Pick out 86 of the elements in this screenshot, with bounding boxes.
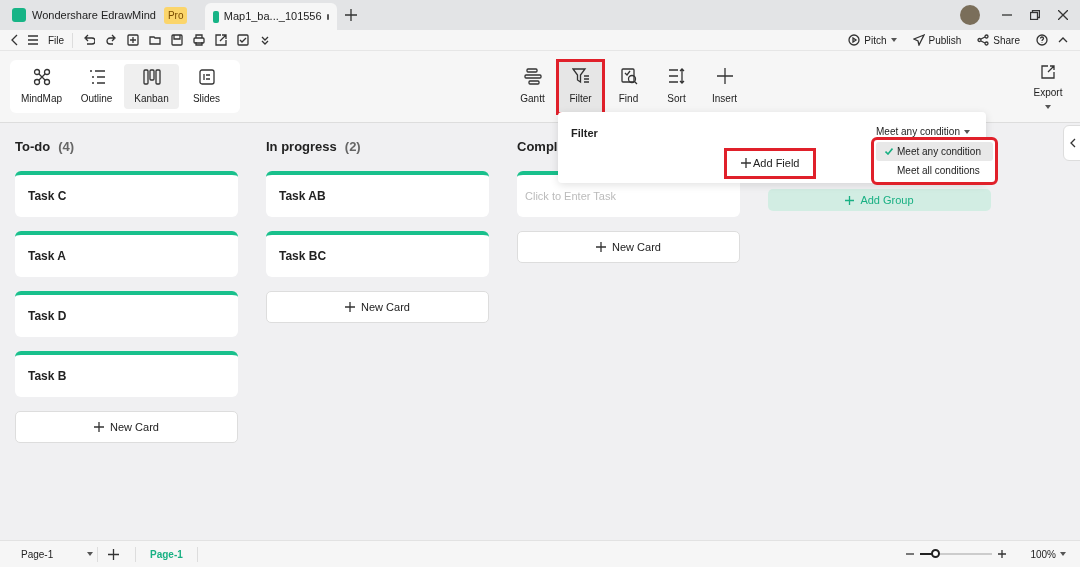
pitch-button[interactable]: Pitch	[848, 32, 897, 48]
task-input-field[interactable]: Click to Enter Task	[525, 187, 732, 205]
back-icon[interactable]	[10, 34, 18, 46]
share-icon	[977, 34, 990, 46]
task-card[interactable]: Task AB	[266, 171, 489, 217]
card-count: (2)	[344, 138, 361, 157]
filter-icon	[571, 67, 590, 85]
gantt-tool-button[interactable]: Gantt	[511, 61, 554, 112]
sort-tool-button[interactable]: Sort	[655, 61, 698, 112]
find-icon	[619, 67, 638, 85]
plus-icon	[94, 422, 105, 432]
zoom-in-icon[interactable]	[998, 550, 1007, 558]
help-icon[interactable]	[1036, 34, 1048, 46]
view-tab[interactable]: Outline	[69, 64, 124, 109]
save-icon[interactable]	[171, 34, 184, 46]
chevron-left-icon	[1070, 138, 1076, 148]
plus-icon	[345, 302, 356, 312]
new-tab-icon[interactable]	[345, 9, 358, 21]
share-button[interactable]: Share	[977, 32, 1020, 48]
caret-icon	[1045, 105, 1051, 109]
caret-icon	[1060, 552, 1066, 556]
columns-icon	[142, 67, 161, 86]
card-count: (4)	[58, 138, 75, 157]
new-card-button[interactable]: New Card	[517, 231, 740, 263]
sort-icon	[667, 67, 686, 85]
task-card[interactable]: Task A	[15, 231, 238, 277]
plus-icon	[715, 67, 734, 85]
export-icon	[1040, 64, 1056, 80]
avatar[interactable]	[960, 5, 980, 25]
publish-button[interactable]: Publish	[912, 32, 962, 48]
plus-icon	[741, 158, 751, 169]
zoom-dropdown[interactable]: 100%	[1030, 546, 1066, 562]
app-logo-icon	[12, 8, 26, 22]
export-button[interactable]: Export	[1028, 59, 1068, 114]
gantt-icon	[523, 67, 542, 85]
checklist-icon[interactable]	[237, 34, 250, 46]
condition-dropdown[interactable]: Meet any condition	[876, 124, 970, 139]
page-select[interactable]: Page-1	[13, 546, 98, 562]
column-title: In progress	[266, 138, 337, 157]
close-icon[interactable]	[1058, 10, 1068, 20]
pro-badge: Pro	[163, 6, 188, 24]
menu-icon[interactable]	[28, 35, 38, 45]
document-icon	[213, 10, 219, 23]
task-card[interactable]: Task B	[15, 351, 238, 397]
side-panel-toggle[interactable]	[1063, 125, 1080, 161]
slide-icon	[197, 67, 216, 86]
new-file-icon[interactable]	[127, 34, 140, 46]
filter-tool-button[interactable]: Filter	[559, 61, 602, 112]
play-icon	[848, 34, 861, 46]
redo-icon[interactable]	[105, 34, 118, 46]
check-icon	[885, 148, 893, 155]
column-title: Compl	[517, 138, 558, 157]
restore-icon[interactable]	[1030, 10, 1040, 20]
export-icon[interactable]	[215, 34, 228, 46]
document-tab[interactable]: Map1_ba..._101556	[205, 3, 338, 30]
view-tab[interactable]: Slides	[179, 64, 234, 109]
tab-title: Map1_ba..._101556	[223, 9, 322, 25]
column-title: To-do	[15, 138, 51, 157]
folder-icon[interactable]	[149, 34, 162, 46]
send-icon	[912, 34, 925, 46]
caret-icon	[963, 129, 970, 134]
task-card[interactable]: Task D	[15, 291, 238, 337]
undo-icon[interactable]	[83, 34, 96, 46]
zoom-thumb[interactable]	[930, 549, 940, 558]
print-icon[interactable]	[193, 34, 206, 46]
plus-icon	[596, 242, 607, 252]
app-name: Wondershare EdrawMind	[32, 7, 156, 23]
task-card[interactable]: Task C	[15, 171, 238, 217]
list-icon	[87, 67, 106, 86]
file-menu[interactable]: File	[48, 32, 74, 48]
plus-icon	[845, 195, 855, 205]
add-page-icon[interactable]	[108, 548, 119, 560]
insert-tool-button[interactable]: Insert	[703, 61, 746, 112]
collapse-icon[interactable]	[1058, 37, 1068, 43]
new-card-button[interactable]: New Card	[15, 411, 238, 443]
new-card-button[interactable]: New Card	[266, 291, 489, 323]
condition-option[interactable]: Meet all conditions	[876, 161, 993, 180]
popup-title: Filter	[571, 126, 598, 141]
caret-icon	[87, 552, 93, 556]
condition-option[interactable]: Meet any condition	[876, 142, 993, 161]
view-tab[interactable]: MindMap	[14, 64, 69, 109]
view-tab[interactable]: Kanban	[124, 64, 179, 109]
task-card[interactable]: Task BC	[266, 231, 489, 277]
network-icon	[32, 67, 51, 86]
zoom-out-icon[interactable]	[906, 550, 915, 558]
find-tool-button[interactable]: Find	[607, 61, 650, 112]
